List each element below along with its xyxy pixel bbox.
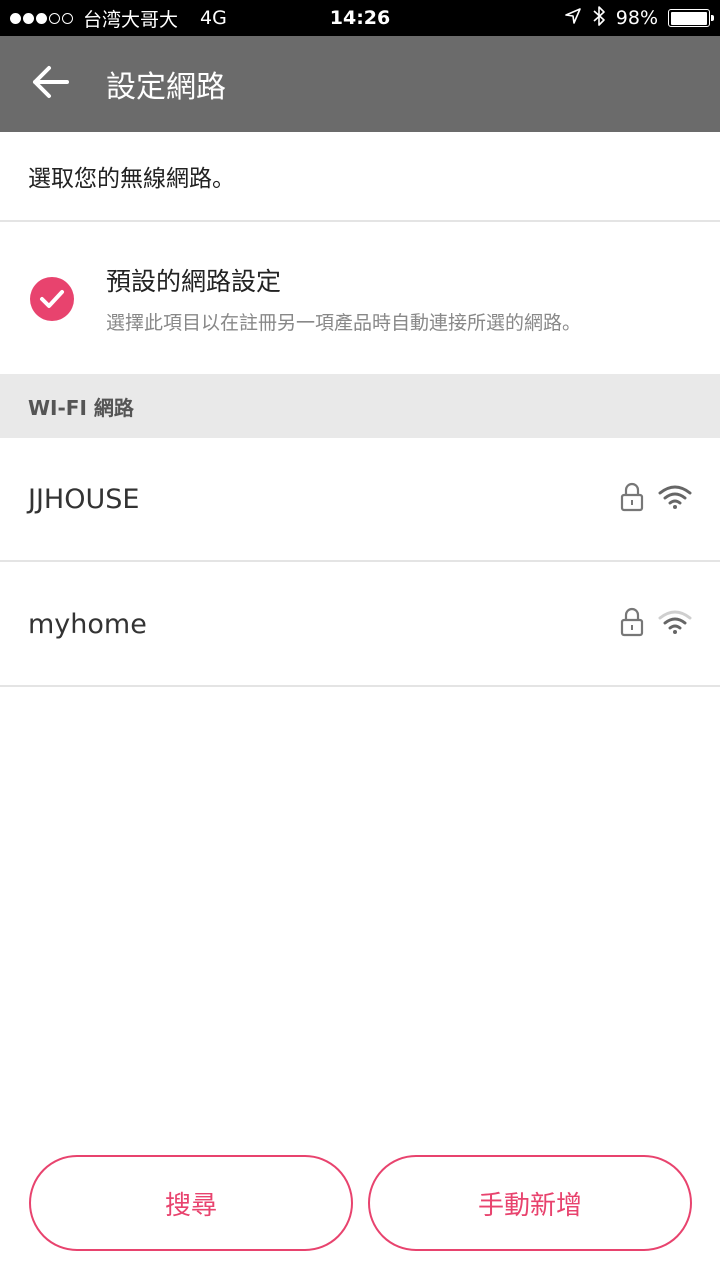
network-type: 4G: [200, 7, 227, 29]
wifi-section-header: WI-FI 網路: [0, 374, 720, 438]
battery-icon: [668, 9, 714, 27]
wifi-full-icon: [658, 484, 692, 514]
arrow-left-icon: [31, 65, 69, 103]
bluetooth-icon: [592, 5, 606, 32]
default-network-setting[interactable]: 預設的網路設定 選擇此項目以在註冊另一項產品時自動連接所選的網路。: [0, 224, 720, 374]
app-bar: 設定網路: [0, 36, 720, 132]
network-name: JJHOUSE: [28, 483, 140, 515]
carrier-name: 台湾大哥大: [83, 8, 179, 31]
back-button[interactable]: [0, 36, 100, 132]
battery-percent: 98%: [615, 7, 658, 29]
signal-strength-icon: [10, 12, 73, 24]
intro-text: 選取您的無線網路。: [0, 132, 720, 222]
page-title: 設定網路: [106, 70, 226, 105]
lock-icon: [620, 482, 644, 516]
status-bar: 台湾大哥大 4G 14:26 98%: [0, 0, 720, 36]
default-setting-description: 選擇此項目以在註冊另一項產品時自動連接所選的網路。: [106, 312, 582, 334]
add-manual-button[interactable]: 手動新增: [368, 1155, 692, 1251]
location-arrow-icon: [564, 7, 582, 30]
network-row-myhome[interactable]: myhome: [0, 563, 720, 687]
wifi-medium-icon: [658, 609, 692, 639]
network-name: myhome: [28, 608, 147, 640]
default-setting-title: 預設的網路設定: [106, 267, 282, 296]
network-row-jjhouse[interactable]: JJHOUSE: [0, 438, 720, 562]
lock-icon: [620, 607, 644, 641]
checkmark-icon[interactable]: [30, 277, 74, 321]
search-button[interactable]: 搜尋: [29, 1155, 353, 1251]
